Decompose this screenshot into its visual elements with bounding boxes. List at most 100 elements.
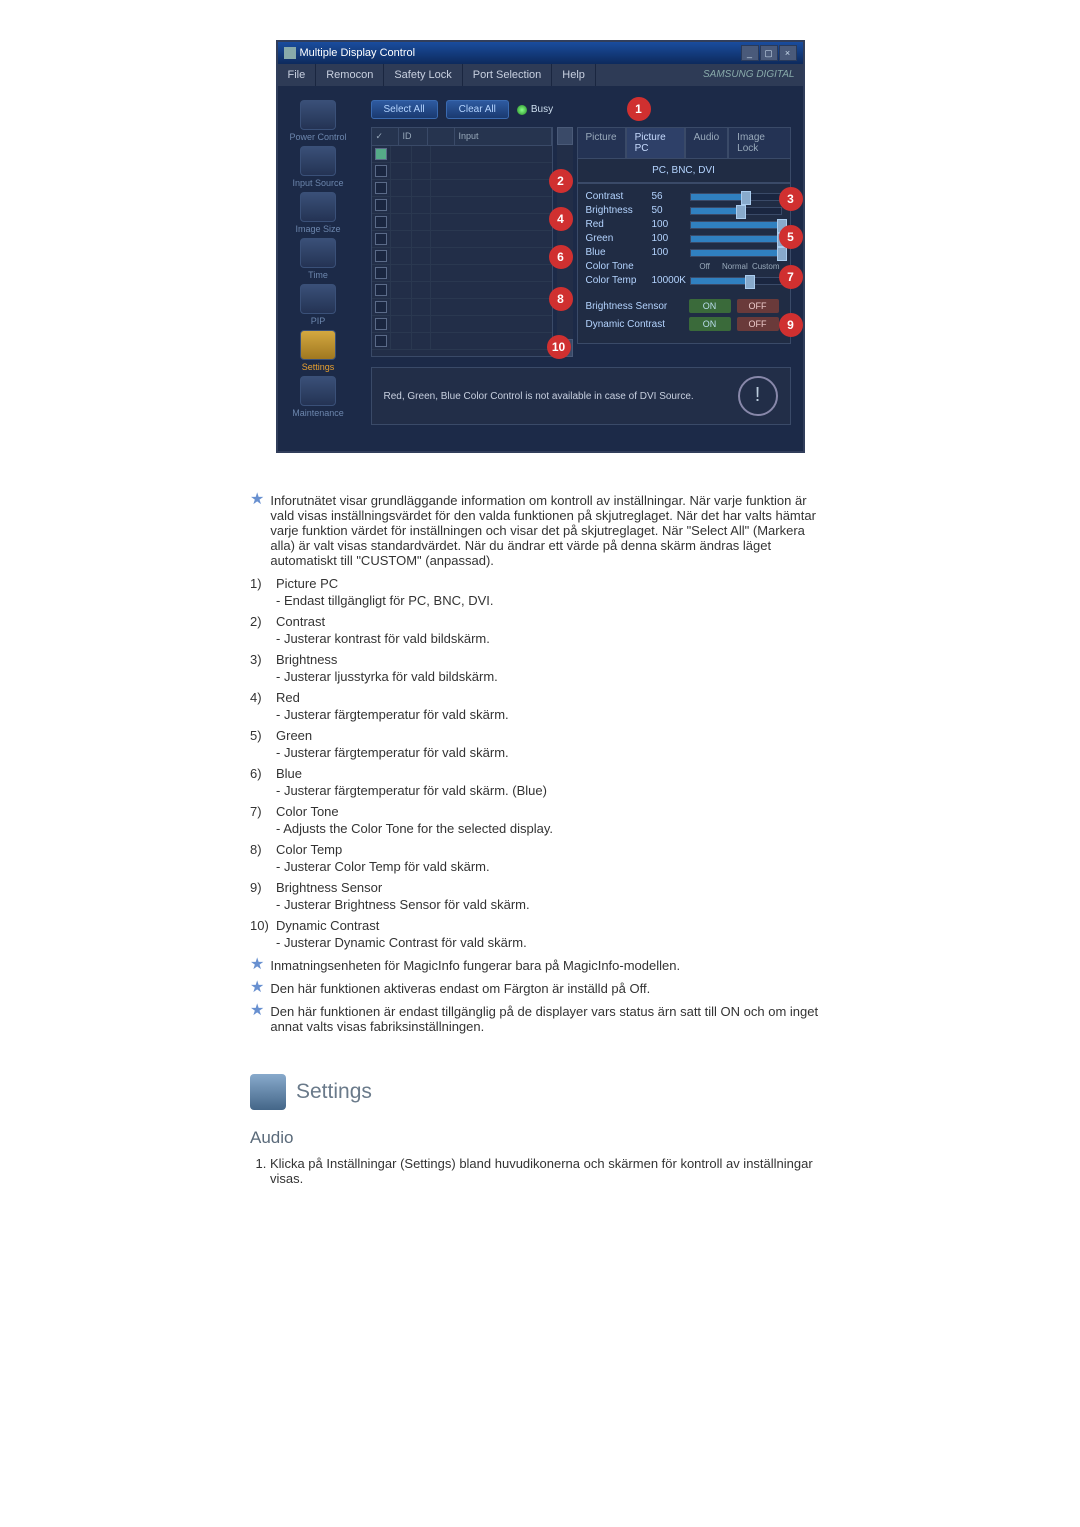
table-row[interactable] — [372, 163, 552, 180]
item-title: Picture PC — [276, 576, 493, 591]
sidebar: Power Control Input Source Image Size Ti… — [278, 86, 359, 451]
image-size-icon[interactable] — [300, 192, 336, 222]
item-desc: - Justerar färgtemperatur för vald skärm… — [276, 783, 547, 798]
checkbox-icon[interactable] — [375, 250, 387, 262]
alert-icon: ! — [738, 376, 778, 416]
sidebar-label: Maintenance — [278, 408, 359, 418]
item-title: Green — [276, 728, 509, 743]
table-row[interactable] — [372, 265, 552, 282]
col-check[interactable]: ✓ — [372, 128, 399, 145]
power-control-icon[interactable] — [300, 100, 336, 130]
mode-label: PC, BNC, DVI — [577, 158, 791, 183]
table-row[interactable] — [372, 282, 552, 299]
brand-label: SAMSUNG DIGITAL — [695, 64, 803, 86]
tab-image-lock[interactable]: Image Lock — [728, 127, 790, 158]
item-title: Blue — [276, 766, 547, 781]
tab-audio[interactable]: Audio — [685, 127, 729, 158]
checkbox-icon[interactable] — [375, 301, 387, 313]
col-icon[interactable] — [428, 128, 455, 145]
menu-remocon[interactable]: Remocon — [316, 64, 384, 86]
menu-safety-lock[interactable]: Safety Lock — [384, 64, 462, 86]
checkbox-icon[interactable] — [375, 284, 387, 296]
table-row[interactable] — [372, 180, 552, 197]
dc-off-button[interactable]: OFF — [737, 317, 779, 331]
time-icon[interactable] — [300, 238, 336, 268]
item-desc: - Justerar Color Temp för vald skärm. — [276, 859, 490, 874]
col-input[interactable]: Input — [455, 128, 552, 145]
checkbox-icon[interactable] — [375, 182, 387, 194]
menu-port-selection[interactable]: Port Selection — [463, 64, 552, 86]
checkbox-icon[interactable] — [375, 318, 387, 330]
callout-4: 4 — [549, 207, 573, 231]
star-icon: ★ — [250, 958, 264, 973]
colortemp-slider[interactable] — [690, 277, 782, 285]
blue-label: Blue — [586, 247, 652, 258]
explanation-list: 1)Picture PC- Endast tillgängligt för PC… — [250, 576, 830, 950]
close-button[interactable]: × — [779, 45, 797, 61]
app-title: Multiple Display Control — [300, 47, 416, 59]
callout-8: 8 — [549, 287, 573, 311]
red-slider[interactable] — [690, 221, 782, 229]
section-heading: Settings — [296, 1080, 372, 1104]
callout-10: 10 — [547, 335, 571, 359]
callout-9: 9 — [779, 313, 803, 337]
menu-file[interactable]: File — [278, 64, 317, 86]
intro-note: Inforutnätet visar grundläggande informa… — [270, 493, 830, 568]
tab-picture-pc[interactable]: Picture PC — [626, 127, 685, 158]
dc-on-button[interactable]: ON — [689, 317, 731, 331]
checkbox-icon[interactable] — [375, 148, 387, 160]
brightness-value: 50 — [652, 205, 690, 216]
item-desc: - Endast tillgängligt för PC, BNC, DVI. — [276, 593, 493, 608]
settings-section-icon — [250, 1074, 286, 1110]
checkbox-icon[interactable] — [375, 267, 387, 279]
brightness-slider[interactable] — [690, 207, 782, 215]
settings-icon[interactable] — [300, 330, 336, 360]
table-row[interactable] — [372, 248, 552, 265]
checkbox-icon[interactable] — [375, 216, 387, 228]
sidebar-label: Time — [278, 270, 359, 280]
table-row[interactable] — [372, 231, 552, 248]
footnote-2: Den här funktionen aktiveras endast om F… — [270, 981, 650, 996]
mdc-screenshot: Multiple Display Control _ ▢ × File Remo… — [276, 40, 805, 453]
input-source-icon[interactable] — [300, 146, 336, 176]
footnote-1: Inmatningsenheten för MagicInfo fungerar… — [270, 958, 680, 973]
clear-all-button[interactable]: Clear All — [446, 100, 509, 119]
maximize-button[interactable]: ▢ — [760, 45, 778, 61]
bs-on-button[interactable]: ON — [689, 299, 731, 313]
scroll-up-icon[interactable] — [557, 127, 573, 145]
menu-help[interactable]: Help — [552, 64, 596, 86]
busy-label: Busy — [531, 104, 553, 115]
menu-bar: File Remocon Safety Lock Port Selection … — [278, 64, 803, 86]
green-slider[interactable] — [690, 235, 782, 243]
checkbox-icon[interactable] — [375, 165, 387, 177]
table-row[interactable] — [372, 214, 552, 231]
red-label: Red — [586, 219, 652, 230]
table-row[interactable] — [372, 146, 552, 163]
contrast-slider[interactable] — [690, 193, 782, 201]
table-row[interactable] — [372, 333, 552, 350]
table-row[interactable] — [372, 197, 552, 214]
table-row[interactable] — [372, 316, 552, 333]
checkbox-icon[interactable] — [375, 233, 387, 245]
star-icon: ★ — [250, 493, 264, 568]
step-item: Klicka på Inställningar (Settings) bland… — [270, 1156, 830, 1186]
grid-scrollbar[interactable] — [557, 127, 573, 357]
item-desc: - Justerar färgtemperatur för vald skärm… — [276, 707, 509, 722]
busy-led-icon — [517, 105, 527, 115]
colortone-slider[interactable]: OffNormalCustom — [690, 262, 782, 272]
table-row[interactable] — [372, 299, 552, 316]
blue-slider[interactable] — [690, 249, 782, 257]
minimize-button[interactable]: _ — [741, 45, 759, 61]
pip-icon[interactable] — [300, 284, 336, 314]
checkbox-icon[interactable] — [375, 335, 387, 347]
star-icon: ★ — [250, 981, 264, 996]
bs-off-button[interactable]: OFF — [737, 299, 779, 313]
checkbox-icon[interactable] — [375, 199, 387, 211]
title-bar: Multiple Display Control _ ▢ × — [278, 42, 803, 64]
select-all-button[interactable]: Select All — [371, 100, 438, 119]
item-desc: - Justerar färgtemperatur för vald skärm… — [276, 745, 509, 760]
maintenance-icon[interactable] — [300, 376, 336, 406]
item-title: Dynamic Contrast — [276, 918, 527, 933]
tab-picture[interactable]: Picture — [577, 127, 626, 158]
col-id[interactable]: ID — [399, 128, 428, 145]
